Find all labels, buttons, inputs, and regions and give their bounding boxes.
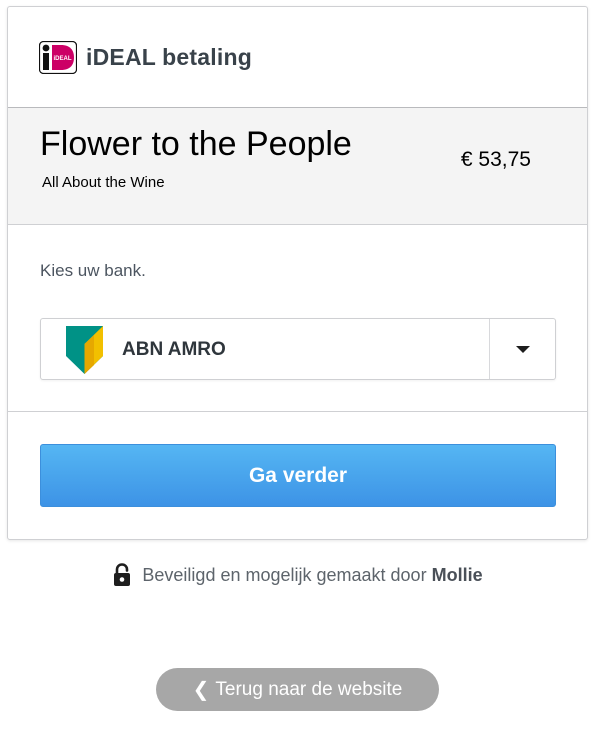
payment-amount: € 53,75: [460, 148, 531, 171]
payment-card: iDEAL iDEAL betaling Flower to the Peopl…: [7, 6, 588, 540]
security-notice: Beveiligd en mogelijk gemaakt door Molli…: [0, 560, 596, 590]
bank-selection: Kies uw bank. ABN AMRO: [8, 225, 587, 412]
page-title: iDEAL betaling: [86, 43, 252, 70]
card-header: iDEAL iDEAL betaling: [8, 7, 587, 108]
unlocked-padlock-icon: [114, 563, 131, 586]
provider-name: Mollie: [431, 564, 483, 585]
continue-button[interactable]: Ga verder: [40, 444, 556, 507]
ideal-logo-icon: iDEAL: [39, 40, 77, 74]
merchant-description: All About the Wine: [42, 174, 165, 191]
caret-down-icon[interactable]: [516, 346, 530, 353]
merchant-name: Flower to the People: [40, 125, 352, 163]
back-to-website-button[interactable]: ❮ Terug naar de website: [156, 668, 439, 711]
merchant-summary: Flower to the People All About the Wine …: [8, 108, 587, 225]
svg-text:iDEAL: iDEAL: [54, 56, 72, 62]
back-button-label: Terug naar de website: [215, 678, 403, 700]
abn-amro-logo-icon: [66, 326, 103, 374]
chevron-left-icon: ❮: [192, 679, 210, 701]
security-text: Beveiligd en mogelijk gemaakt door: [142, 564, 427, 585]
dropdown-divider: [489, 319, 490, 379]
bank-select-label: Kies uw bank.: [40, 261, 146, 280]
selected-bank-name: ABN AMRO: [122, 339, 226, 360]
bank-select-dropdown[interactable]: ABN AMRO: [40, 318, 556, 380]
